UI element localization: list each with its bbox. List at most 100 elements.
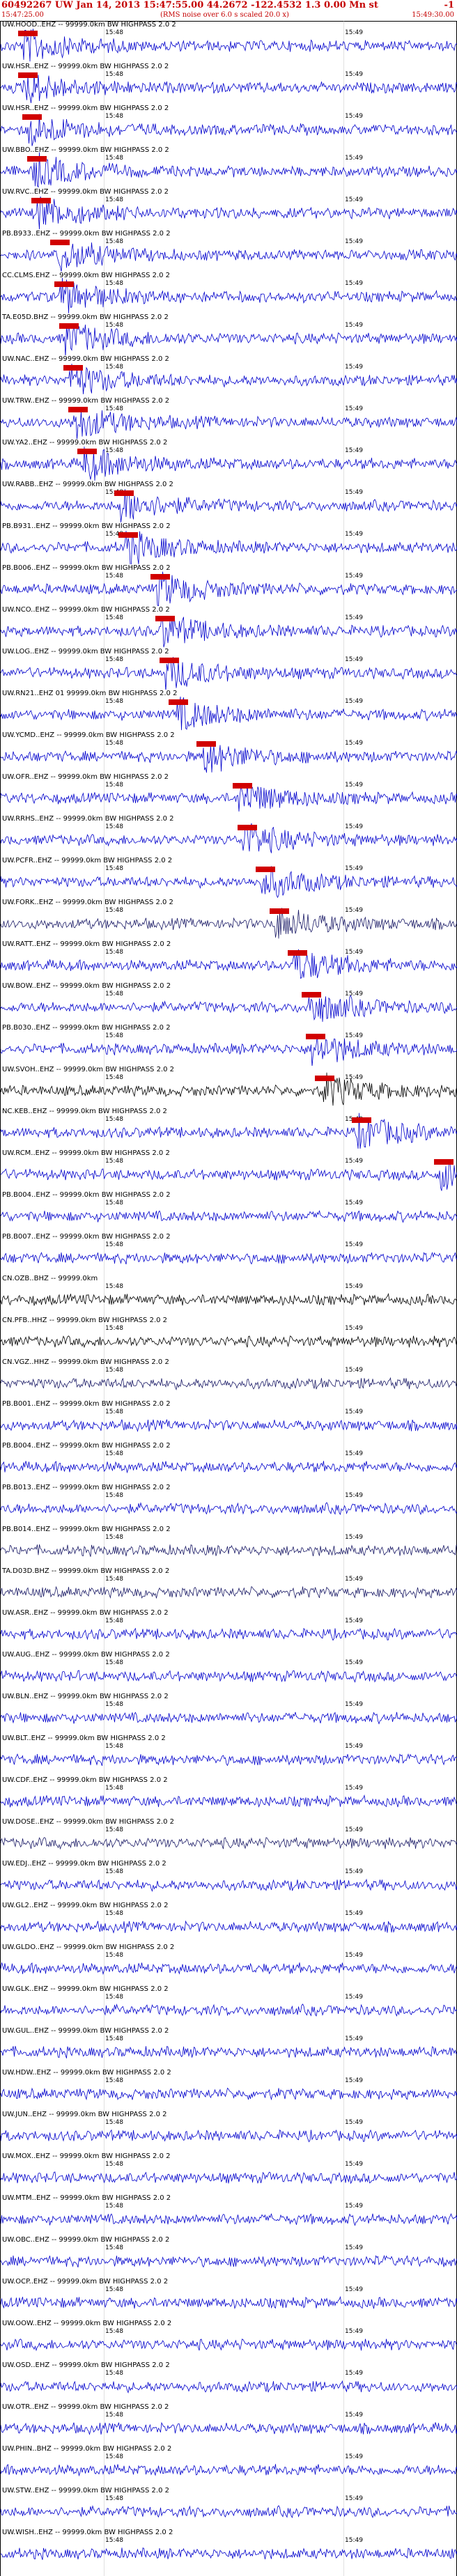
trace-row: UW.HSR..EHZ -- 99999.0km BW HIGHPASS 2.0… bbox=[1, 104, 457, 149]
waveform bbox=[1, 1544, 457, 1557]
waveform bbox=[1, 1502, 457, 1516]
waveform bbox=[1, 2505, 457, 2519]
trace-row: UW.PHIN..BHZ -- 99999.0km BW HIGHPASS 2.… bbox=[1, 2445, 457, 2490]
trace-row: UW.MOX..EHZ -- 99999.0km BW HIGHPASS 2.0… bbox=[1, 2152, 457, 2197]
phase-pick-marker bbox=[352, 1117, 371, 1123]
trace-row: UW.CDF..EHZ -- 99999.0km BW HIGHPASS 2.0… bbox=[1, 1776, 457, 1821]
waveform bbox=[1, 2213, 457, 2226]
start-time: 15:47:25.00 bbox=[1, 11, 44, 19]
trace-row: UW.AUG..EHZ -- 99999.0km BW HIGHPASS 2.0… bbox=[1, 1651, 457, 1696]
trace-row: UW.RVC..EHZ -- 99999.0km BW HIGHPASS 2.0… bbox=[1, 188, 457, 233]
waveform bbox=[1, 1712, 457, 1725]
phase-pick-marker bbox=[270, 908, 289, 914]
trace-row: UW.WISH..EHZ -- 99999.0km BW HIGHPASS 2.… bbox=[1, 2529, 457, 2573]
waveform bbox=[1, 29, 457, 62]
trace-row: TA.E05D.BHZ -- 99999.0km BW HIGHPASS 2.0… bbox=[1, 313, 457, 358]
trace-row: PB.B001..EHZ -- 99999.0km BW HIGHPASS 2.… bbox=[1, 1400, 457, 1445]
waveform bbox=[1, 866, 457, 899]
waveform bbox=[1, 2380, 457, 2394]
trace-row: UW.GLDO..EHZ -- 99999.0km BW HIGHPASS 2.… bbox=[1, 1943, 457, 1988]
waveform bbox=[1, 410, 457, 439]
phase-pick-marker bbox=[306, 1034, 325, 1039]
waveform bbox=[1, 2338, 457, 2352]
waveform bbox=[1, 1252, 457, 1265]
trace-row: CC.CLMS.EHZ -- 99999.0km BW HIGHPASS 2.0… bbox=[1, 272, 457, 316]
trace-row: UW.GUL..EHZ -- 99999.0km BW HIGHPASS 2.0… bbox=[1, 2027, 457, 2072]
waveform bbox=[1, 2295, 457, 2310]
trace-row: UW.RN21..EHZ 01 99999.0km BW HIGHPASS 2.… bbox=[1, 690, 457, 734]
phase-pick-marker bbox=[68, 407, 88, 412]
header: 60492267 UW Jan 14, 2013 15:47:55.00 44.… bbox=[0, 0, 457, 22]
waveform bbox=[1, 1920, 457, 1934]
trace-row: UW.BLT..EHZ -- 99999.0km BW HIGHPASS 2.0… bbox=[1, 1735, 457, 1779]
trace-row: UW.OTR..EHZ -- 99999.0km BW HIGHPASS 2.0… bbox=[1, 2403, 457, 2448]
phase-pick-marker bbox=[22, 114, 42, 120]
waveform bbox=[1, 696, 457, 731]
trace-row: UW.RCM..EHZ -- 99999.0km BW HIGHPASS 2.0… bbox=[1, 1149, 457, 1194]
trace-row: UW.NAC..EHZ -- 99999.0km BW HIGHPASS 2.0… bbox=[1, 355, 457, 400]
waveform bbox=[1, 1627, 457, 1641]
waveform bbox=[1, 196, 457, 230]
subtitle: (RMS noise over 6.0 s scaled 20.0 x) bbox=[160, 11, 289, 19]
phase-pick-marker bbox=[27, 156, 47, 162]
waveform bbox=[1, 1210, 457, 1223]
phase-pick-marker bbox=[50, 240, 70, 245]
trace-row: UW.YCMD..EHZ -- 99999.0km BW HIGHPASS 2.… bbox=[1, 731, 457, 776]
phase-pick-marker bbox=[18, 72, 38, 78]
waveform bbox=[1, 1034, 457, 1066]
waveform bbox=[1, 1837, 457, 1850]
trace-row: PB.B933..EHZ -- 99999.0km BW HIGHPASS 2.… bbox=[1, 230, 457, 274]
trace-row: UW.BBO..EHZ -- 99999.0km BW HIGHPASS 2.0… bbox=[1, 146, 457, 191]
trace-row: PB.B006..EHZ -- 99999.0km BW HIGHPASS 2.… bbox=[1, 564, 457, 609]
phase-pick-marker bbox=[169, 699, 188, 705]
waveform bbox=[1, 2255, 457, 2268]
waveform bbox=[1, 571, 457, 606]
waveform bbox=[1, 242, 457, 272]
waveform bbox=[1, 745, 457, 773]
phase-pick-marker bbox=[155, 616, 175, 621]
waveform bbox=[1, 73, 457, 104]
trace-row: UW.NCO..EHZ -- 99999.0km BW HIGHPASS 2.0… bbox=[1, 606, 457, 651]
phase-pick-marker bbox=[302, 992, 321, 998]
phase-pick-marker bbox=[77, 449, 97, 454]
waveform bbox=[1, 1112, 457, 1149]
phase-pick-marker bbox=[160, 658, 179, 663]
trace-row: NC.KEB..EHZ -- 99999.0km BW HIGHPASS 2.0… bbox=[1, 1108, 457, 1152]
waveform bbox=[1, 1794, 457, 1808]
waveform bbox=[1, 784, 457, 812]
waveform bbox=[1, 1753, 457, 1767]
waveform bbox=[1, 1160, 457, 1191]
trace-row: UW.MTM..EHZ -- 99999.0km BW HIGHPASS 2.0… bbox=[1, 2194, 457, 2239]
trace-row: CN.PFB..HHZ -- 99999.0km BW HIGHPASS 2.0… bbox=[1, 1317, 457, 1361]
trace-row: UW.FORK..EHZ -- 99999.0km BW HIGHPASS 2.… bbox=[1, 899, 457, 943]
phase-pick-marker bbox=[114, 490, 134, 496]
waveform bbox=[1, 1878, 457, 1893]
phase-pick-marker bbox=[238, 825, 257, 830]
phase-pick-marker bbox=[288, 950, 307, 956]
phase-pick-marker bbox=[118, 532, 138, 538]
waveform bbox=[1, 2129, 457, 2143]
right-marker: -1 bbox=[444, 0, 454, 10]
trace-row: UW.RRHS..EHZ -- 99999.0km BW HIGHPASS 2.… bbox=[1, 815, 457, 860]
trace-row: TA.D03D.BHZ -- 99999.0km BW HIGHPASS 2.0… bbox=[1, 1567, 457, 1612]
trace-row: CN.VGZ..HHZ -- 99999.0km BW HIGHPASS 2.0… bbox=[1, 1358, 457, 1403]
waveform bbox=[1, 489, 457, 522]
waveform bbox=[1, 2003, 457, 2017]
end-time: 15:49:30.00 bbox=[412, 11, 454, 19]
waveform bbox=[1, 1418, 457, 1432]
waveform bbox=[1, 823, 457, 853]
waveform bbox=[1, 1461, 457, 1474]
trace-row: PB.B014..EHZ -- 99999.0km BW HIGHPASS 2.… bbox=[1, 1526, 457, 1570]
phase-pick-marker bbox=[63, 365, 83, 371]
waveform bbox=[1, 277, 457, 313]
waveform bbox=[1, 2087, 457, 2101]
trace-row: UW.TRW..EHZ -- 99999.0km BW HIGHPASS 2.0… bbox=[1, 397, 457, 442]
waveform bbox=[1, 323, 457, 355]
waveform bbox=[1, 949, 457, 979]
trace-row: UW.BLN..EHZ -- 99999.0km BW HIGHPASS 2.0… bbox=[1, 1693, 457, 1737]
waveform bbox=[1, 2464, 457, 2477]
phase-pick-marker bbox=[196, 741, 216, 747]
trace-row: UW.PCFR..EHZ -- 99999.0km BW HIGHPASS 2.… bbox=[1, 857, 457, 901]
waveform bbox=[1, 2547, 457, 2560]
waveform bbox=[1, 1335, 457, 1349]
